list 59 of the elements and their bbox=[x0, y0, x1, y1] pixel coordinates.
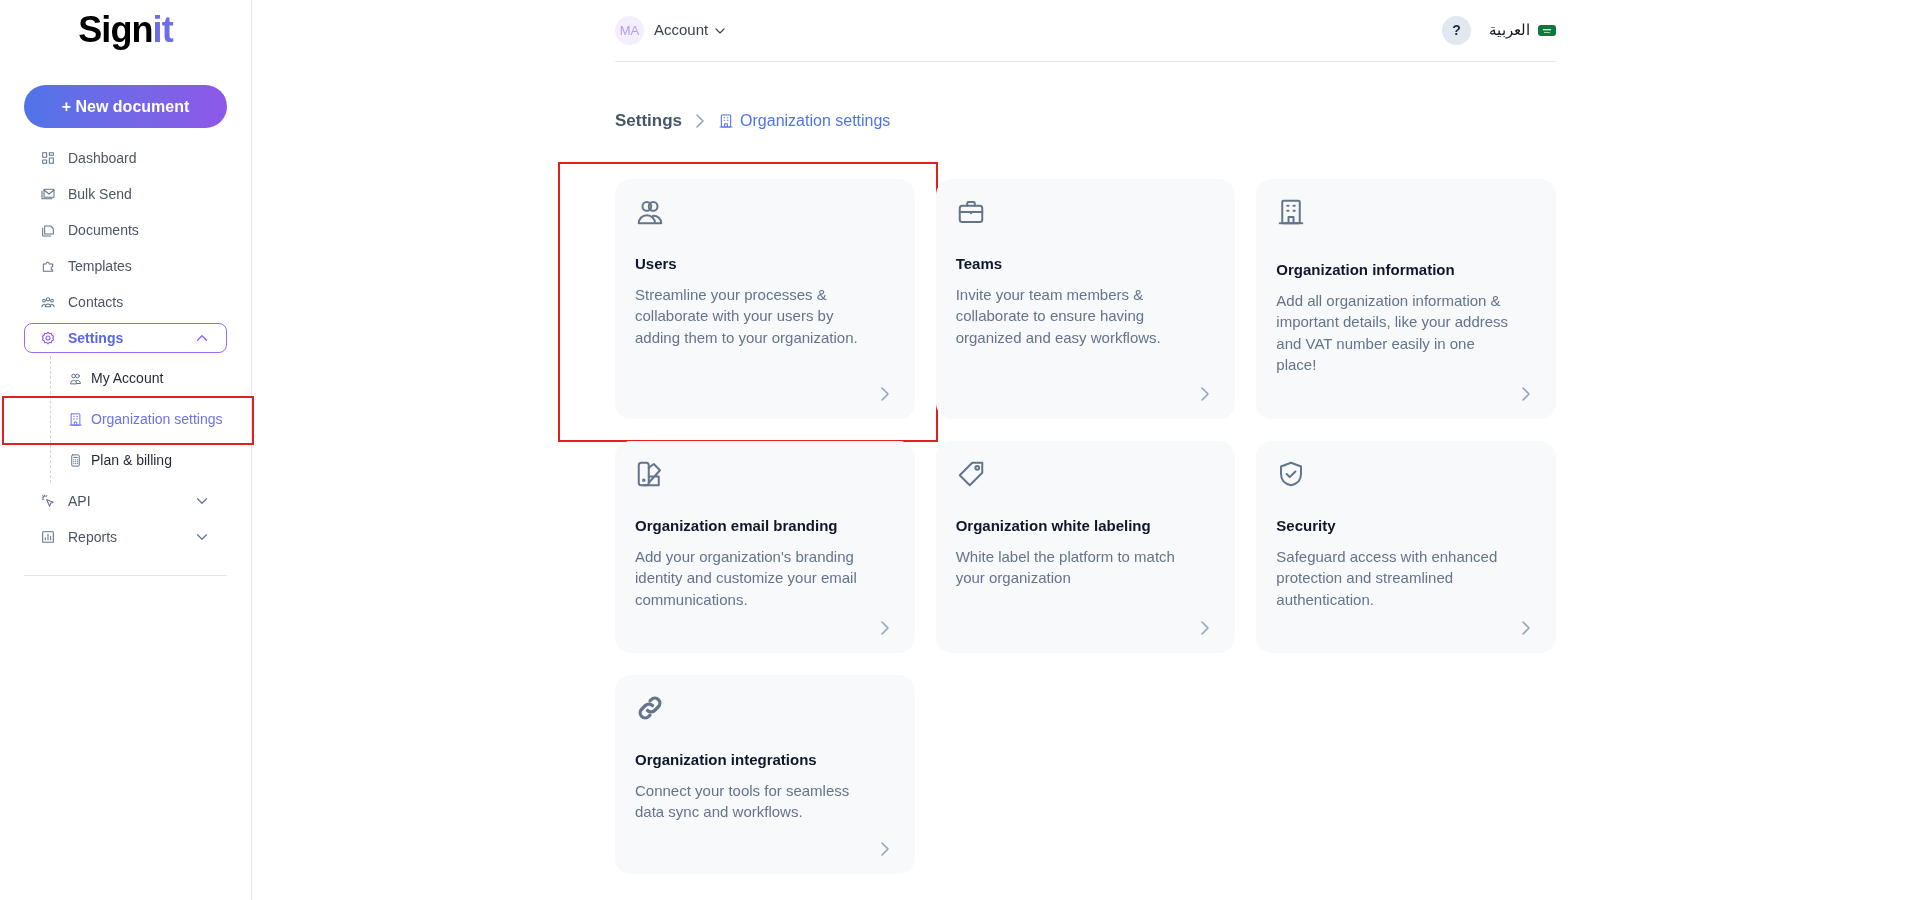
settings-card[interactable]: Organization email branding Add your organization's branding identity and customize your email communications. bbox=[615, 441, 915, 653]
help-button[interactable]: ? bbox=[1442, 16, 1471, 45]
sidebar-item[interactable]: Reports bbox=[24, 522, 227, 552]
settings-card[interactable]: Organization information Add all organization information & important details, like your address and VAT number easily in one place! bbox=[1256, 179, 1556, 419]
sidebar-item[interactable]: Settings bbox=[24, 323, 227, 353]
card-description: Add all organization information & important details, like your address and VAT number easily in one place! bbox=[1276, 290, 1510, 375]
card-title: Organization white labeling bbox=[955, 516, 1152, 536]
card-description: White label the platform to match your organization bbox=[955, 546, 1176, 588]
breadcrumb-link[interactable]: Organization settings bbox=[718, 109, 891, 133]
logo: Signit bbox=[78, 12, 173, 52]
settings-card[interactable]: Users Streamline your processes & collaborate with your users by adding them to your organization. bbox=[615, 179, 915, 419]
calculator-icon bbox=[68, 453, 83, 468]
chevron-right-icon bbox=[880, 842, 889, 856]
settings-card[interactable]: Security Safeguard access with enhanced protection and streamlined authentication. bbox=[1256, 441, 1556, 653]
new-document-button[interactable]: + New document bbox=[24, 85, 227, 128]
chart-icon bbox=[40, 529, 56, 545]
card-title: Users bbox=[635, 254, 678, 274]
settings-icon bbox=[40, 330, 56, 346]
card-title: Organization information bbox=[1276, 260, 1456, 280]
settings-card[interactable]: Teams Invite your team members & collaborate to ensure having organized and easy workflows. bbox=[935, 179, 1236, 419]
grid-icon bbox=[40, 150, 56, 166]
sidebar-item[interactable]: Documents bbox=[24, 215, 227, 245]
card-description: Connect your tools for seamless data sync and workflows. bbox=[635, 780, 851, 822]
settings-card[interactable]: Organization integrations Connect your tools for seamless data sync and workflows. bbox=[615, 675, 915, 874]
flag-icon bbox=[1538, 25, 1556, 36]
chevron-right-icon bbox=[1522, 621, 1530, 635]
chevron-right-icon bbox=[1201, 621, 1210, 635]
card-title: Teams bbox=[955, 254, 1004, 274]
sidebar-subitem[interactable]: My Account bbox=[51, 368, 164, 389]
people-icon bbox=[40, 294, 56, 310]
card-title: Organization integrations bbox=[635, 750, 818, 770]
breadcrumb-link[interactable]: Settings bbox=[615, 108, 683, 134]
card-description: Invite your team members & collaborate to ensure having organized and easy workflows. bbox=[955, 284, 1162, 348]
language-button[interactable]: العربية bbox=[1489, 19, 1530, 42]
sidebar-subitem[interactable]: Organization settings bbox=[51, 409, 223, 430]
chevron-right-icon bbox=[880, 621, 889, 635]
sidebar-item[interactable]: Templates bbox=[24, 251, 227, 281]
sidebar-item[interactable]: Bulk Send bbox=[24, 179, 227, 209]
sidebar-subitem[interactable]: Plan & billing bbox=[51, 450, 172, 471]
chevron-right-icon bbox=[1522, 387, 1530, 401]
chevron-right-icon bbox=[696, 114, 705, 128]
card-title: Organization email branding bbox=[635, 516, 839, 536]
building-icon bbox=[68, 412, 83, 427]
sidebar-item[interactable]: API bbox=[24, 486, 227, 516]
chevron-right-icon bbox=[880, 387, 889, 401]
users-icon bbox=[68, 371, 83, 386]
card-description: Streamline your processes & collaborate with your users by adding them to your organization. bbox=[635, 284, 859, 348]
mail-stack-icon bbox=[40, 186, 56, 202]
sidebar-item[interactable]: Dashboard bbox=[24, 143, 227, 173]
card-description: Safeguard access with enhanced protection and streamlined authentication. bbox=[1276, 546, 1499, 610]
sidebar-item[interactable]: Contacts bbox=[24, 287, 227, 317]
documents-icon bbox=[40, 222, 56, 238]
cursor-click-icon bbox=[40, 493, 56, 509]
card-title: Security bbox=[1276, 516, 1337, 536]
building-icon bbox=[718, 113, 735, 129]
account-menu[interactable]: Account bbox=[654, 19, 729, 42]
card-description: Add your organization's branding identity and customize your email communications. bbox=[635, 546, 858, 610]
chevron-right-icon bbox=[1201, 387, 1210, 401]
settings-card[interactable]: Organization white labeling White label the platform to match your organization bbox=[935, 441, 1236, 653]
